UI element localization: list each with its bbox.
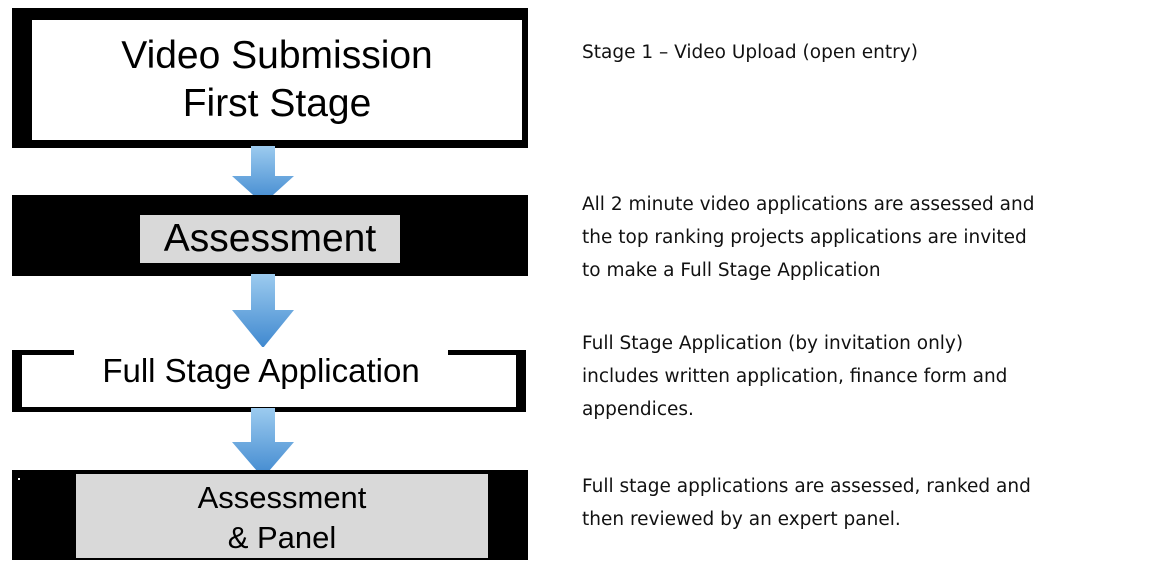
description-line: includes written application, finance fo… — [582, 366, 1008, 387]
stage-assessment-panel-box: Assessment & Panel — [76, 474, 488, 558]
stage-assessment-panel: Assessment & Panel — [12, 470, 528, 560]
stage-4-description: Full stage applications are assessed, ra… — [582, 470, 1162, 536]
stage-assessment-panel-label-line1: Assessment — [197, 480, 367, 515]
frame-top-left — [12, 350, 80, 355]
description-line: then reviewed by an expert panel. — [582, 509, 901, 530]
stage-assessment-label: Assessment — [140, 215, 400, 263]
stage-video-submission: Video Submission First Stage — [12, 8, 528, 148]
stage-assessment-panel-label-line2: & Panel — [227, 520, 337, 555]
frame-left — [12, 350, 22, 412]
stage-full-application-label: Full Stage Application — [74, 347, 448, 395]
description-line: Full stage applications are assessed, ra… — [582, 476, 1031, 497]
description-line: the top ranking projects applications ar… — [582, 227, 1027, 248]
description-line: Full Stage Application (by invitation on… — [582, 333, 964, 354]
stage-video-submission-label-line1: Video Submission — [121, 34, 433, 77]
description-line: All 2 minute video applications are asse… — [582, 194, 1035, 215]
stage-video-submission-box: Video Submission First Stage — [32, 20, 522, 140]
frame-right — [516, 350, 526, 412]
stage-2-description: All 2 minute video applications are asse… — [582, 188, 1162, 287]
stage-full-application: Full Stage Application — [12, 347, 526, 412]
description-line: Stage 1 – Video Upload (open entry) — [582, 42, 918, 63]
down-arrow-icon — [232, 274, 294, 348]
frame-dot — [18, 478, 20, 480]
frame-top-right — [442, 350, 526, 355]
description-line: appendices. — [582, 399, 694, 420]
stage-1-description: Stage 1 – Video Upload (open entry) — [582, 36, 1162, 69]
description-line: to make a Full Stage Application — [582, 260, 881, 281]
stage-video-submission-label-line2: First Stage — [182, 82, 372, 125]
stage-3-description: Full Stage Application (by invitation on… — [582, 327, 1162, 426]
stage-assessment: Assessment — [12, 195, 528, 276]
